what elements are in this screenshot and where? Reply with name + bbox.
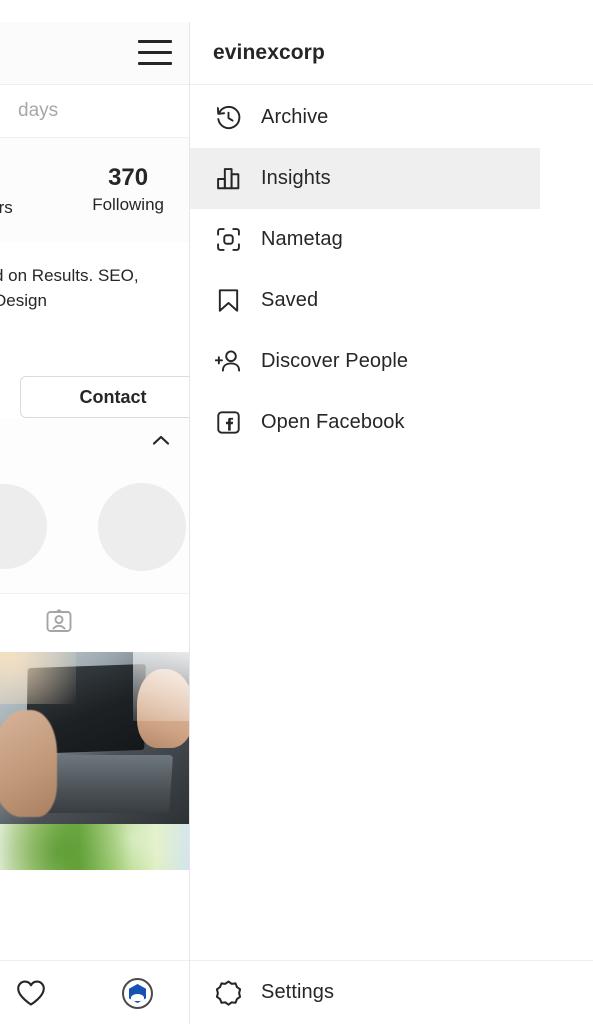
stat-following[interactable]: 370 Following (78, 163, 178, 217)
menu-item-label: Saved (261, 289, 319, 311)
hamburger-line (138, 40, 172, 43)
photo-detail (0, 652, 76, 704)
story-highlights-row (0, 464, 190, 594)
stat-followers-label: ers (0, 198, 13, 218)
photo-detail (0, 710, 57, 818)
profile-avatar-icon[interactable] (122, 978, 153, 1009)
facebook-icon (213, 408, 243, 438)
menu-item-label: Insights (261, 167, 331, 189)
story-highlight-placeholder[interactable] (0, 484, 47, 569)
photo-grid (0, 652, 190, 870)
side-drawer-menu: evinexcorp Archive Insights Nametag Save… (190, 22, 593, 1024)
stat-followers[interactable]: ers (0, 196, 16, 220)
bookmark-icon (213, 286, 243, 316)
profile-header (0, 22, 190, 85)
menu-item-label: Archive (261, 106, 329, 128)
drawer-header: evinexcorp (190, 22, 593, 85)
menu-item-archive[interactable]: Archive (190, 87, 593, 148)
profile-stats: ers 370 Following (0, 138, 190, 242)
tagged-photos-icon[interactable] (44, 606, 74, 636)
profile-bio: d on Results. SEO, Design (0, 242, 190, 362)
menu-item-saved[interactable]: Saved (190, 270, 593, 331)
menu-item-insights[interactable]: Insights (190, 148, 540, 209)
stat-following-number: 370 (108, 164, 149, 192)
gear-cog-icon (213, 978, 243, 1008)
hamburger-line (138, 62, 172, 65)
story-highlight-placeholder[interactable] (98, 483, 186, 571)
stat-following-label: Following (92, 195, 164, 215)
grid-photo-green[interactable] (0, 824, 190, 870)
menu-item-label: Settings (261, 981, 335, 1003)
avatar-logo (129, 984, 146, 1003)
app-screen: days ers 370 Following d on Results. SEO… (0, 0, 593, 1024)
menu-item-open-facebook[interactable]: Open Facebook (190, 392, 593, 453)
bio-line-2: Design (0, 290, 47, 310)
menu-item-label: Nametag (261, 228, 343, 250)
drawer-menu-list: Archive Insights Nametag Saved Discover … (190, 85, 593, 453)
profile-tabs-row (0, 594, 190, 652)
menu-item-label: Open Facebook (261, 411, 405, 433)
bio-line-1: d on Results. SEO, (0, 266, 139, 285)
profile-panel-background: days ers 370 Following d on Results. SEO… (0, 22, 190, 1024)
person-plus-icon (213, 347, 243, 377)
hamburger-line (138, 51, 172, 54)
chevron-up-icon[interactable] (152, 434, 170, 446)
drawer-username-title: evinexcorp (213, 41, 325, 64)
menu-item-settings[interactable]: Settings (190, 960, 593, 1024)
menu-item-nametag[interactable]: Nametag (190, 209, 593, 270)
menu-item-label: Discover People (261, 350, 409, 372)
menu-item-discover-people[interactable]: Discover People (190, 331, 593, 392)
days-text: days (18, 100, 59, 121)
archive-clock-icon (213, 103, 243, 133)
contact-button[interactable]: Contact (20, 376, 190, 418)
nametag-scan-icon (213, 225, 243, 255)
status-bar (0, 0, 593, 22)
hamburger-menu-icon[interactable] (138, 40, 172, 66)
photo-detail (133, 652, 190, 721)
insights-bar-chart-icon (213, 164, 243, 194)
heart-icon[interactable] (16, 979, 46, 1007)
profile-subheader-row: days (0, 85, 190, 138)
grid-photo-laptop[interactable] (0, 652, 190, 824)
collapse-row (0, 418, 190, 464)
bottom-navigation-bar (0, 960, 190, 1024)
contact-button-container: Contact (0, 362, 190, 418)
